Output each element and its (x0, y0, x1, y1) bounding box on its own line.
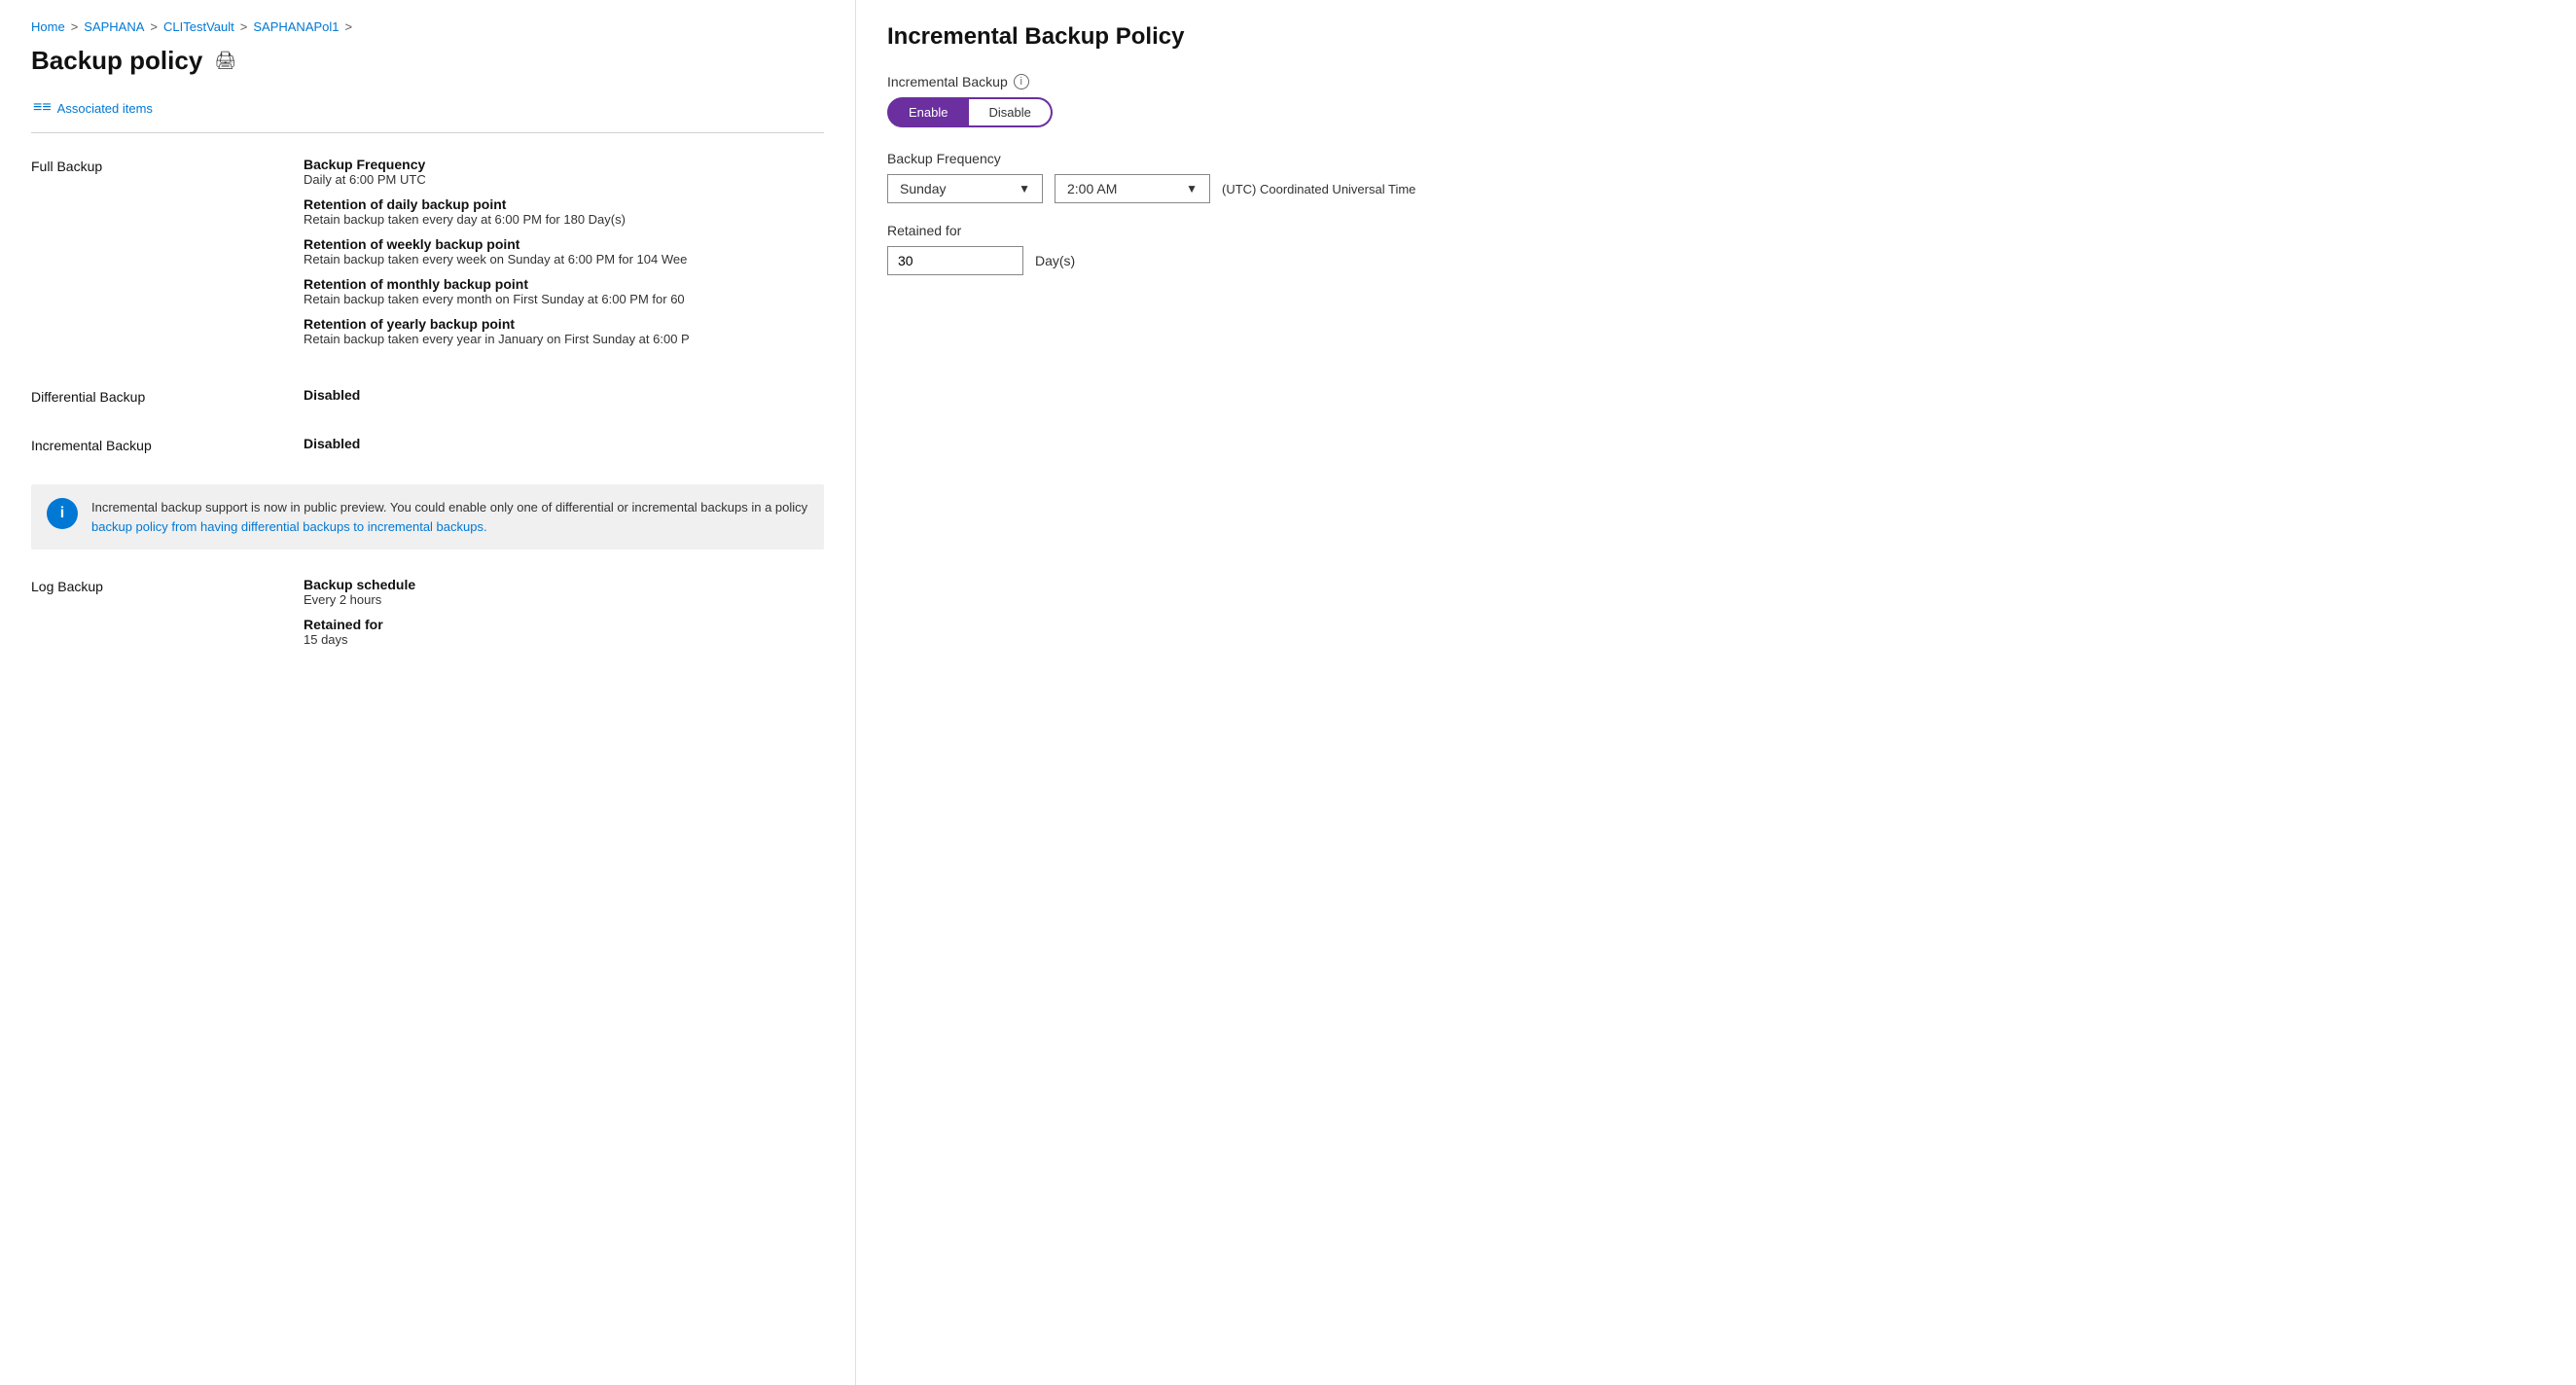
retained-for-unit: Day(s) (1035, 253, 1075, 268)
daily-retention-value: Retain backup taken every day at 6:00 PM… (304, 212, 824, 227)
incremental-toggle-section: Incremental Backup i Enable Disable (887, 74, 2545, 127)
log-retain-title: Retained for (304, 617, 824, 632)
backup-frequency-title: Backup Frequency (304, 157, 824, 172)
log-backup-section: Log Backup Backup schedule Every 2 hours… (31, 577, 824, 657)
incremental-disabled-text: Disabled (304, 436, 360, 451)
retain-row: Day(s) (887, 246, 2545, 275)
disable-toggle-button[interactable]: Disable (969, 97, 1052, 127)
log-retain-row: Retained for 15 days (304, 617, 824, 647)
backup-frequency-value: Daily at 6:00 PM UTC (304, 172, 824, 187)
full-backup-label: Full Backup (31, 157, 304, 356)
full-backup-content: Backup Frequency Daily at 6:00 PM UTC Re… (304, 157, 824, 356)
retained-for-field: Retained for Day(s) (887, 223, 2545, 275)
associated-items-button[interactable]: ≡≡ Associated items (31, 95, 155, 121)
breadcrumb-sep-2: > (150, 19, 158, 34)
incremental-toggle-group: Enable Disable (887, 97, 2545, 127)
weekly-retention-title: Retention of weekly backup point (304, 236, 824, 252)
full-backup-section: Full Backup Backup Frequency Daily at 6:… (31, 157, 824, 356)
incremental-backup-section: Incremental Backup Disabled (31, 436, 824, 453)
breadcrumb-sep-4: > (345, 19, 353, 34)
monthly-retention-row: Retention of monthly backup point Retain… (304, 276, 824, 306)
yearly-retention-row: Retention of yearly backup point Retain … (304, 316, 824, 346)
incremental-backup-field-label-text: Incremental Backup (887, 74, 1008, 89)
differential-backup-section: Differential Backup Disabled (31, 387, 824, 405)
day-dropdown-value: Sunday (900, 181, 946, 196)
incremental-backup-info-icon[interactable]: i (1014, 74, 1029, 89)
print-icon[interactable]: 🖨 (214, 51, 236, 71)
time-dropdown[interactable]: 2:00 AM ▼ (1055, 174, 1210, 203)
day-dropdown[interactable]: Sunday ▼ (887, 174, 1043, 203)
info-banner-link[interactable]: backup policy from having differential b… (91, 519, 487, 534)
right-panel: Incremental Backup Policy Incremental Ba… (856, 0, 2576, 1385)
breadcrumb-vault[interactable]: CLITestVault (163, 19, 234, 34)
page-title: Backup policy (31, 46, 202, 76)
daily-retention-title: Retention of daily backup point (304, 196, 824, 212)
enable-toggle-button[interactable]: Enable (887, 97, 969, 127)
differential-backup-content: Disabled (304, 387, 824, 405)
info-banner-main-text: Incremental backup support is now in pub… (91, 500, 807, 515)
log-retain-value: 15 days (304, 632, 824, 647)
day-dropdown-chevron: ▼ (1019, 182, 1030, 195)
log-schedule-row: Backup schedule Every 2 hours (304, 577, 824, 607)
log-backup-label: Log Backup (31, 577, 304, 657)
yearly-retention-value: Retain backup taken every year in Januar… (304, 332, 824, 346)
breadcrumb-sep-3: > (240, 19, 248, 34)
log-schedule-title: Backup schedule (304, 577, 824, 592)
toolbar: ≡≡ Associated items (31, 95, 824, 133)
weekly-retention-row: Retention of weekly backup point Retain … (304, 236, 824, 266)
log-backup-content: Backup schedule Every 2 hours Retained f… (304, 577, 824, 657)
differential-disabled-text: Disabled (304, 387, 360, 403)
info-icon: i (47, 498, 78, 529)
retained-for-input[interactable] (887, 246, 1023, 275)
monthly-retention-value: Retain backup taken every month on First… (304, 292, 824, 306)
breadcrumb-policy[interactable]: SAPHANAPol1 (253, 19, 339, 34)
time-dropdown-chevron: ▼ (1186, 182, 1198, 195)
time-dropdown-value: 2:00 AM (1067, 181, 1117, 196)
info-banner: i Incremental backup support is now in p… (31, 484, 824, 550)
incremental-backup-field-label: Incremental Backup i (887, 74, 2545, 89)
list-icon: ≡≡ (33, 99, 52, 117)
backup-frequency-field-label: Backup Frequency (887, 151, 2545, 166)
incremental-backup-content: Disabled (304, 436, 824, 453)
differential-backup-label: Differential Backup (31, 387, 304, 405)
associated-items-label: Associated items (57, 101, 153, 116)
monthly-retention-title: Retention of monthly backup point (304, 276, 824, 292)
page-title-container: Backup policy 🖨 (31, 46, 824, 76)
log-schedule-value: Every 2 hours (304, 592, 824, 607)
backup-frequency-row: Backup Frequency Daily at 6:00 PM UTC (304, 157, 824, 187)
backup-frequency-field: Backup Frequency Sunday ▼ 2:00 AM ▼ (UTC… (887, 151, 2545, 203)
breadcrumb-saphana[interactable]: SAPHANA (84, 19, 144, 34)
info-banner-text: Incremental backup support is now in pub… (91, 498, 808, 536)
daily-retention-row: Retention of daily backup point Retain b… (304, 196, 824, 227)
yearly-retention-title: Retention of yearly backup point (304, 316, 824, 332)
weekly-retention-value: Retain backup taken every week on Sunday… (304, 252, 824, 266)
backup-frequency-selects: Sunday ▼ 2:00 AM ▼ (UTC) Coordinated Uni… (887, 174, 2545, 203)
breadcrumb-home[interactable]: Home (31, 19, 65, 34)
retained-for-label: Retained for (887, 223, 2545, 238)
breadcrumb-sep-1: > (71, 19, 79, 34)
timezone-label: (UTC) Coordinated Universal Time (1222, 182, 1415, 196)
left-panel: Home > SAPHANA > CLITestVault > SAPHANAP… (0, 0, 856, 1385)
breadcrumb: Home > SAPHANA > CLITestVault > SAPHANAP… (31, 19, 824, 34)
incremental-backup-label: Incremental Backup (31, 436, 304, 453)
right-panel-title: Incremental Backup Policy (887, 23, 2545, 51)
